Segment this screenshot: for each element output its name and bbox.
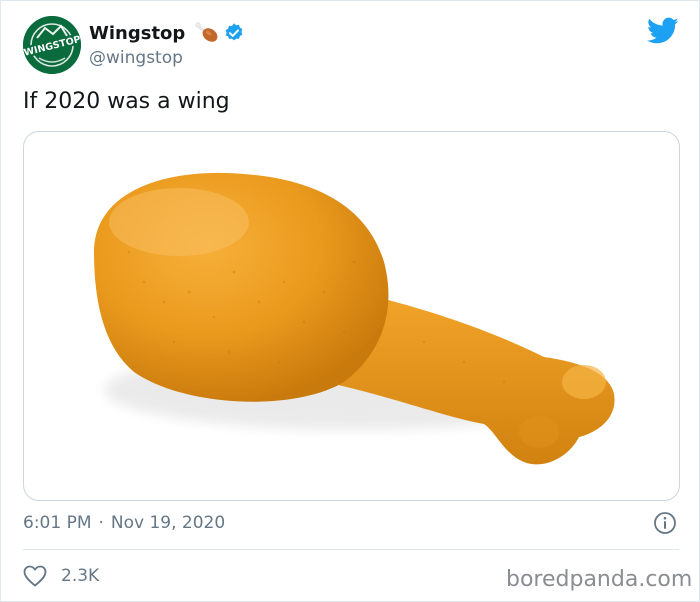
verified-badge-icon bbox=[223, 22, 245, 44]
chicken-drumstick-image bbox=[94, 172, 615, 465]
timestamp-separator: · bbox=[98, 513, 104, 533]
wingstop-logo-icon: WINGSTOP bbox=[23, 16, 81, 74]
avatar[interactable]: WINGSTOP bbox=[23, 16, 81, 74]
watermark: boredpanda.com bbox=[506, 567, 693, 592]
heart-icon[interactable] bbox=[23, 565, 47, 587]
display-name[interactable]: Wingstop bbox=[89, 23, 185, 44]
poultry-leg-icon bbox=[195, 22, 219, 44]
tweet-timestamp[interactable]: 6:01 PM · Nov 19, 2020 bbox=[23, 513, 225, 533]
like-count: 2.3K bbox=[61, 566, 100, 586]
info-icon[interactable] bbox=[653, 511, 677, 535]
tweet-media[interactable] bbox=[23, 131, 680, 501]
tweet-card: WINGSTOP Wingstop @wingstop If 2020 was … bbox=[0, 0, 700, 602]
like-action[interactable]: 2.3K bbox=[23, 565, 99, 587]
tweet-date: Nov 19, 2020 bbox=[110, 513, 226, 533]
user-handle[interactable]: @wingstop bbox=[89, 48, 183, 68]
tweet-time: 6:01 PM bbox=[23, 513, 92, 533]
author-row: Wingstop bbox=[89, 20, 245, 46]
divider bbox=[23, 549, 679, 550]
tweet-text: If 2020 was a wing bbox=[23, 89, 230, 114]
twitter-bird-icon[interactable] bbox=[647, 17, 679, 45]
